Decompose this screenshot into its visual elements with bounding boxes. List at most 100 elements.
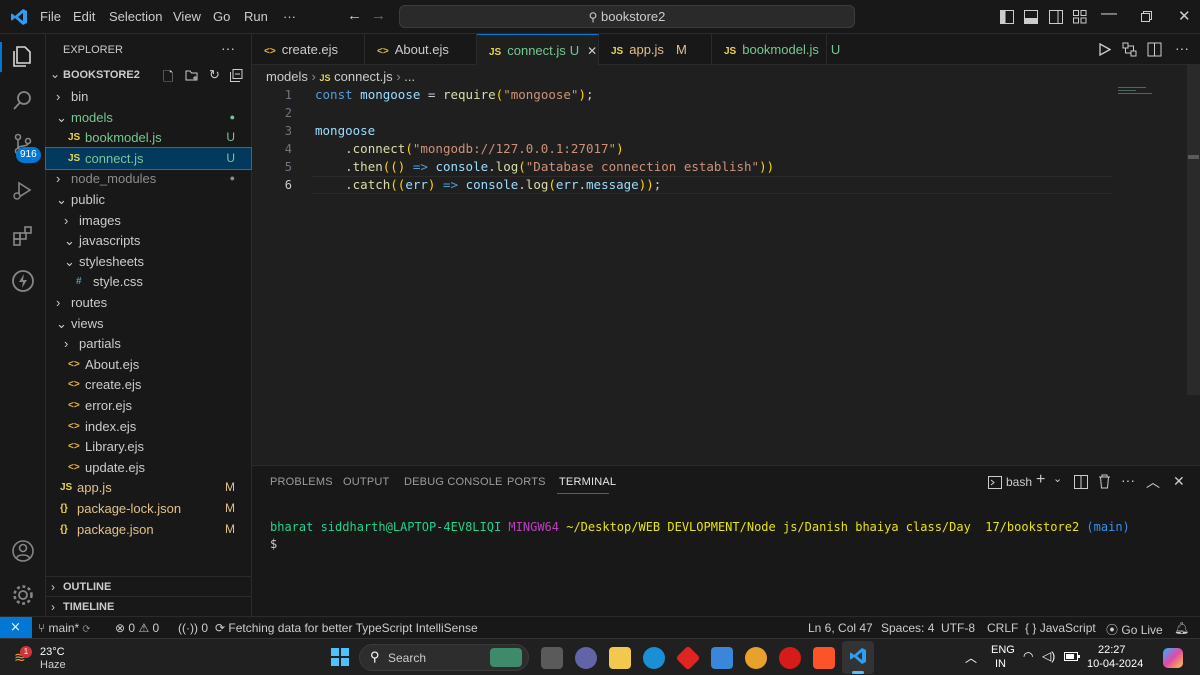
breadcrumb-file[interactable]: connect.js — [334, 69, 393, 84]
language-mode[interactable]: { } JavaScript — [1025, 621, 1096, 635]
chrome-browser-icon[interactable] — [745, 647, 767, 669]
task-view-icon[interactable] — [541, 647, 563, 669]
editor-tab[interactable]: JS bookmodel.js U — [712, 34, 840, 65]
input-region[interactable]: IN — [995, 658, 1006, 670]
tab-output[interactable]: OUTPUT — [343, 476, 389, 488]
input-language[interactable]: ENG — [991, 644, 1015, 656]
teams-chat-icon[interactable] — [575, 647, 597, 669]
editor-tab[interactable]: <> About.ejs — [365, 34, 477, 65]
file-explorer-icon[interactable] — [609, 647, 631, 669]
tree-item[interactable]: <> About.ejs — [46, 354, 251, 375]
explorer-more-button[interactable]: ··· — [221, 40, 235, 56]
tree-item[interactable]: › node_modules ● — [46, 168, 251, 189]
collapse-all-icon[interactable] — [230, 69, 243, 82]
tree-item[interactable]: JS connect.js U — [45, 146, 252, 170]
split-editor-icon[interactable] — [1147, 42, 1162, 57]
cursor-position[interactable]: Ln 6, Col 47 — [808, 621, 873, 635]
menu-edit[interactable]: Edit — [73, 9, 95, 24]
close-tab-icon[interactable]: ✕ — [587, 44, 597, 58]
menu-view[interactable]: View — [173, 9, 201, 24]
editor-more-icon[interactable]: ··· — [1175, 40, 1189, 56]
menu-selection[interactable]: Selection — [109, 9, 162, 24]
tab-ports[interactable]: PORTS — [507, 476, 546, 488]
tree-item[interactable]: # style.css — [46, 271, 251, 292]
tab-debug-console[interactable]: DEBUG CONSOLE — [404, 476, 503, 488]
back-arrow-icon[interactable]: ← — [347, 7, 362, 24]
tree-item[interactable]: <> Library.ejs — [46, 436, 251, 457]
weather-widget[interactable]: ≋ 1 23°C Haze — [12, 646, 82, 672]
terminal-prompt-line[interactable]: bharat siddharth@LAPTOP-4EV8LIQI MINGW64… — [270, 520, 1130, 534]
volume-icon[interactable]: ◁) — [1042, 649, 1055, 663]
editor-scrollbar[interactable] — [1187, 65, 1200, 395]
tree-item[interactable]: ⌄ public — [46, 189, 251, 210]
tray-overflow-icon[interactable]: ︿ — [965, 649, 977, 666]
opera-browser-icon[interactable] — [779, 647, 801, 669]
menu-run[interactable]: Run — [244, 9, 268, 24]
minimap[interactable] — [1118, 85, 1158, 95]
menu-go[interactable]: Go — [213, 9, 230, 24]
clock-date[interactable]: 10-04-2024 — [1087, 658, 1143, 670]
problems-indicator[interactable]: ⊗ 0 ⚠ 0 — [115, 621, 159, 635]
line-endings[interactable]: CRLF — [987, 621, 1018, 635]
tab-problems[interactable]: PROBLEMS — [270, 476, 333, 488]
terminal-input-line[interactable]: $ — [270, 537, 277, 551]
menu-file[interactable]: File — [40, 9, 61, 24]
tree-item[interactable]: {} package-lock.json M — [46, 498, 251, 519]
minimize-icon[interactable]: — — [1101, 5, 1117, 23]
copilot-icon[interactable] — [1163, 648, 1183, 668]
vscode-taskbar-item[interactable] — [842, 641, 874, 674]
extensions-icon[interactable] — [11, 224, 35, 248]
settings-gear-icon[interactable] — [10, 582, 36, 608]
tree-item[interactable]: ⌄ stylesheets — [46, 251, 251, 272]
run-debug-icon[interactable] — [11, 178, 35, 202]
microsoft-store-icon[interactable] — [711, 647, 733, 669]
tree-item[interactable]: {} package.json M — [46, 519, 251, 540]
tree-item[interactable]: JS app.js M — [46, 477, 251, 498]
tree-item[interactable]: <> error.ejs — [46, 395, 251, 416]
panel-more-icon[interactable]: ··· — [1121, 472, 1135, 488]
restore-icon[interactable] — [1141, 11, 1152, 22]
windows-start-icon[interactable] — [331, 648, 349, 666]
edge-browser-icon[interactable] — [643, 647, 665, 669]
customize-layout-icon[interactable] — [1073, 10, 1087, 24]
code-editor[interactable]: models › JS connect.js › ... 1 const mong… — [252, 65, 1200, 465]
remote-lightning-icon[interactable] — [10, 268, 36, 294]
tree-item[interactable]: <> index.ejs — [46, 416, 251, 437]
toggle-primary-sidebar-icon[interactable] — [1000, 10, 1014, 24]
chevron-down-icon[interactable]: ⌄ — [1053, 472, 1062, 485]
new-folder-icon[interactable] — [185, 69, 199, 82]
tab-terminal[interactable]: TERMINAL — [559, 476, 616, 488]
workspace-root[interactable]: ⌄ BOOKSTORE2 🗋 ↻ — [46, 66, 251, 86]
go-live-button[interactable]: ⦿ Go Live — [1106, 621, 1163, 638]
account-icon[interactable] — [10, 538, 36, 564]
tree-item[interactable]: › routes — [46, 292, 251, 313]
editor-tab[interactable]: JS app.js M — [599, 34, 712, 65]
close-window-icon[interactable]: ✕ — [1178, 7, 1191, 25]
new-terminal-icon[interactable]: + — [1036, 471, 1045, 489]
red-app-icon[interactable] — [675, 645, 701, 671]
remote-indicator[interactable]: ⨯ — [0, 617, 32, 638]
ports-indicator[interactable]: ((·)) 0 — [178, 621, 208, 635]
close-panel-icon[interactable]: ✕ — [1173, 473, 1185, 490]
code-line[interactable]: .catch((err) => console.log(err.message)… — [315, 177, 661, 192]
trash-icon[interactable] — [1098, 474, 1111, 489]
tree-item[interactable]: ⌄ models ● — [46, 107, 251, 128]
terminal-shell-name[interactable]: bash — [1006, 475, 1032, 489]
breadcrumb-folder[interactable]: models — [266, 69, 308, 84]
tree-item[interactable]: › bin — [46, 86, 251, 107]
tree-item[interactable]: › partials — [46, 333, 251, 354]
toggle-secondary-sidebar-icon[interactable] — [1049, 10, 1063, 24]
menu-more[interactable]: ··· — [283, 9, 296, 24]
clock-time[interactable]: 22:27 — [1098, 644, 1126, 656]
compare-changes-icon[interactable] — [1122, 42, 1137, 57]
command-center[interactable]: ⚲ bookstore2 — [399, 5, 855, 28]
maximize-panel-icon[interactable]: ︿ — [1146, 472, 1160, 492]
code-line[interactable]: .then(() => console.log("Database connec… — [315, 159, 774, 174]
refresh-icon[interactable]: ↻ — [209, 67, 220, 83]
code-line[interactable]: mongoose — [315, 123, 375, 138]
toggle-panel-icon[interactable] — [1024, 10, 1038, 24]
brave-browser-icon[interactable] — [813, 647, 835, 669]
tree-item[interactable]: <> create.ejs — [46, 374, 251, 395]
tree-item[interactable]: ⌄ javascripts — [46, 230, 251, 251]
split-terminal-icon[interactable] — [1074, 475, 1088, 489]
